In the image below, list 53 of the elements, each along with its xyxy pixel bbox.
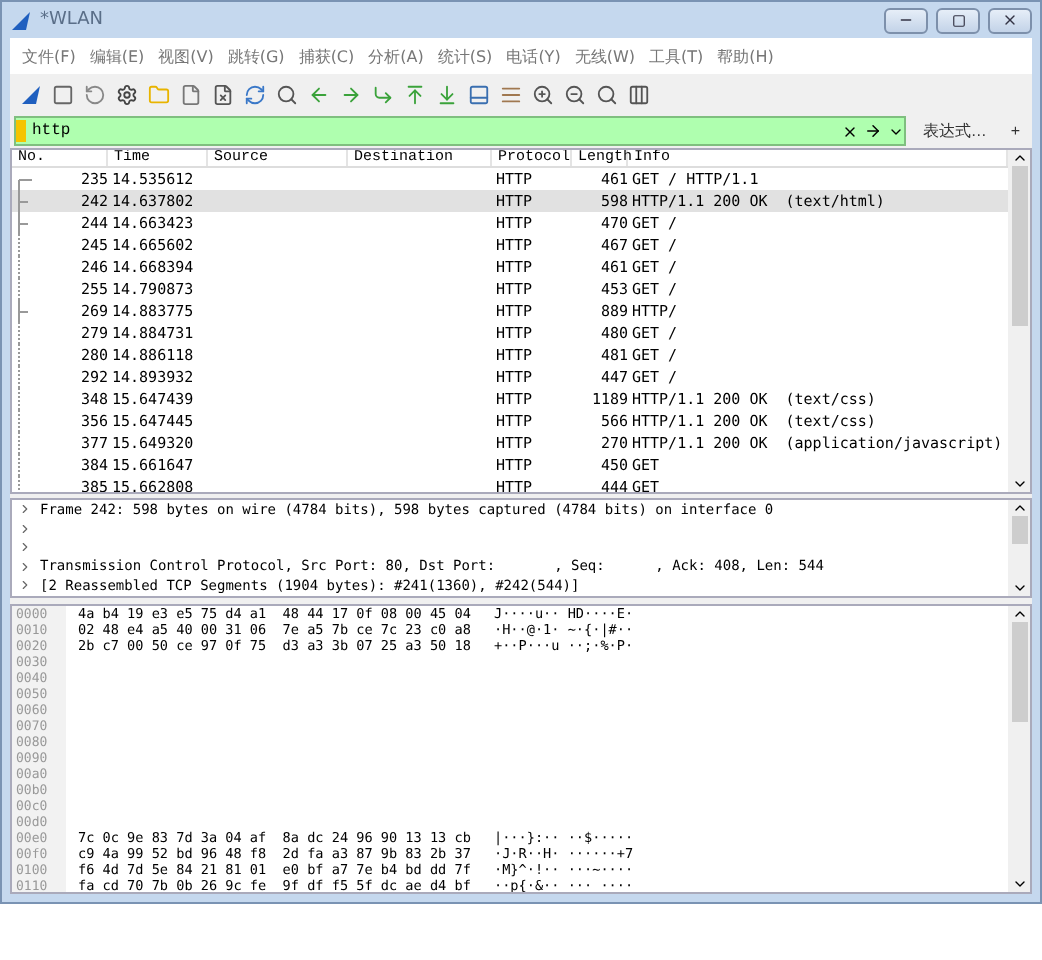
scroll-up-icon[interactable]: [1011, 606, 1027, 622]
settings-button[interactable]: [114, 81, 140, 107]
clear-icon[interactable]: [842, 123, 859, 139]
menu-item[interactable]: 无线(W): [574, 45, 635, 67]
stop-button[interactable]: [50, 81, 76, 107]
scroll-up-icon[interactable]: [1011, 150, 1027, 166]
reload-button[interactable]: [242, 81, 268, 107]
expression-button[interactable]: 表达式…: [914, 120, 995, 142]
maximize-icon: [951, 13, 965, 27]
menu-item[interactable]: 捕获(C): [298, 45, 355, 67]
close-icon: [1002, 12, 1018, 28]
menu-item[interactable]: 视图(V): [158, 45, 214, 67]
scroll-thumb[interactable]: [1011, 166, 1027, 326]
scroll-thumb[interactable]: [1011, 622, 1027, 722]
scroll-down-icon[interactable]: [1011, 580, 1027, 596]
window-title: *WLAN: [40, 10, 106, 30]
menu-item[interactable]: 文件(F): [22, 45, 76, 67]
top-arrow-button[interactable]: [402, 81, 428, 107]
zoom-out-button[interactable]: [562, 81, 588, 107]
scroll-down-icon[interactable]: [1011, 476, 1027, 492]
filter-bar[interactable]: http: [14, 116, 907, 146]
minimize-button[interactable]: [884, 7, 928, 33]
jump-arrow-button[interactable]: [370, 81, 396, 107]
start-capture-button[interactable]: [18, 81, 44, 107]
scrollbar[interactable]: [1008, 500, 1030, 596]
scrollbar[interactable]: [1008, 606, 1030, 892]
scrollbar[interactable]: [1008, 150, 1030, 492]
search-button[interactable]: [274, 81, 300, 107]
menu-item[interactable]: 跳转(G): [227, 45, 285, 67]
display-filter-field[interactable]: http: [32, 122, 837, 140]
scroll-thumb[interactable]: [1011, 516, 1027, 544]
menu-item[interactable]: 帮助(H): [717, 45, 774, 67]
autoscroll-button[interactable]: [466, 81, 492, 107]
shark-fin-icon[interactable]: [10, 9, 32, 31]
menu-item[interactable]: 编辑(E): [89, 45, 145, 67]
resize-columns-button[interactable]: [626, 81, 652, 107]
tree-branch-icon: [18, 300, 32, 322]
menu-item[interactable]: 统计(S): [437, 45, 493, 67]
close-button[interactable]: [988, 7, 1032, 33]
scroll-up-icon[interactable]: [1011, 500, 1027, 516]
scroll-down-icon[interactable]: [1011, 876, 1027, 892]
zoom-reset-button[interactable]: [594, 81, 620, 107]
close-file-button[interactable]: [210, 81, 236, 107]
restart-button[interactable]: [82, 81, 108, 107]
add-filter-button[interactable]: +: [1002, 122, 1028, 140]
menu-item[interactable]: 电话(Y): [506, 45, 561, 67]
apply-arrow-icon[interactable]: [864, 122, 883, 140]
file-button[interactable]: [178, 81, 204, 107]
zoom-in-button[interactable]: [530, 81, 556, 107]
menu-item[interactable]: 工具(T): [648, 45, 704, 67]
menu-item[interactable]: 分析(A): [368, 45, 424, 67]
maximize-button[interactable]: [936, 7, 980, 33]
bottom-arrow-button[interactable]: [434, 81, 460, 107]
